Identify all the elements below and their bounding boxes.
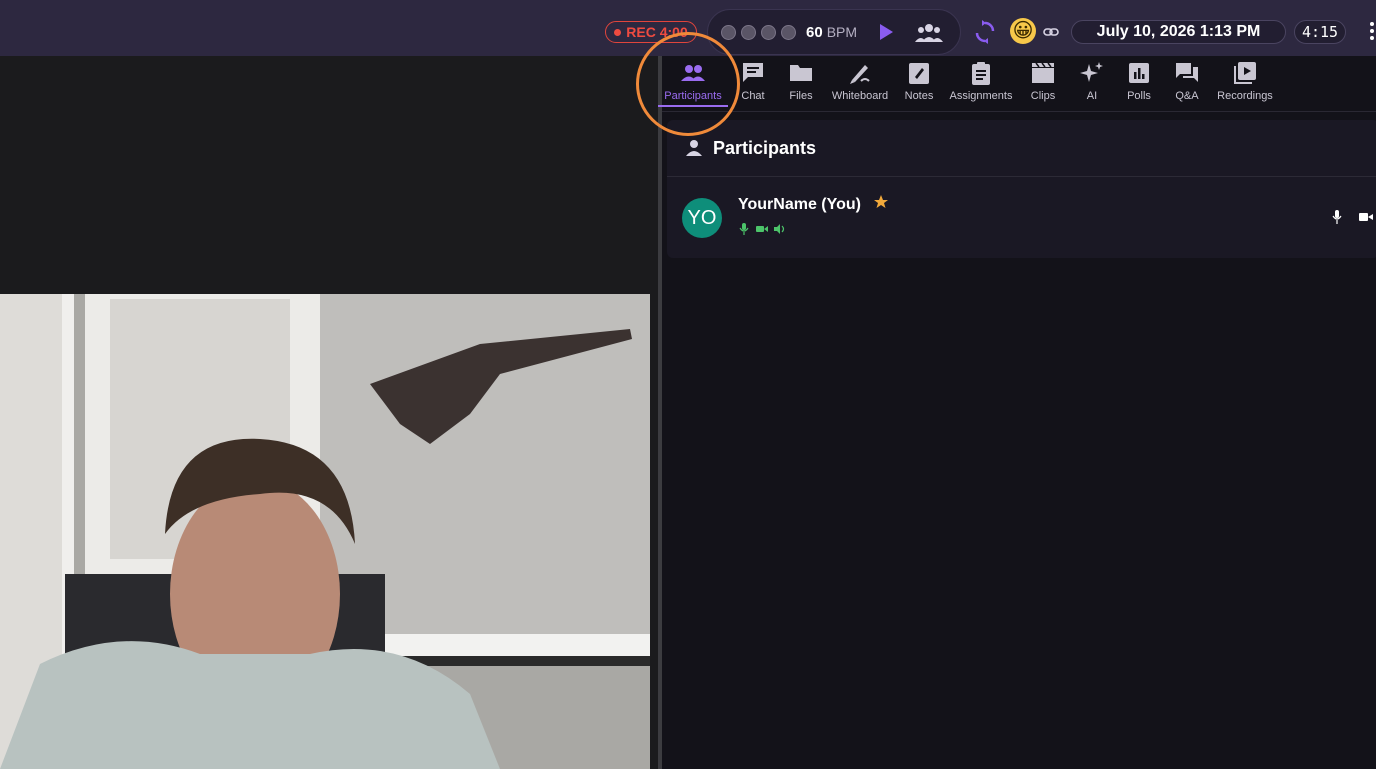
bpm-value[interactable]: 60 bbox=[806, 24, 823, 41]
qa-icon bbox=[1176, 63, 1198, 82]
tab-label: Assignments bbox=[949, 90, 1013, 102]
beat-indicator bbox=[741, 24, 756, 40]
beat-indicator bbox=[761, 24, 776, 40]
tab-label: Files bbox=[789, 90, 813, 102]
panel-tabs: Participants Chat Files Whiteboard Notes… bbox=[658, 56, 1376, 112]
side-panel: Participants Chat Files Whiteboard Notes… bbox=[658, 56, 1376, 769]
tab-label: Recordings bbox=[1217, 90, 1273, 102]
folder-icon bbox=[790, 65, 812, 81]
tab-whiteboard[interactable]: Whiteboard bbox=[829, 60, 891, 102]
participant-status bbox=[738, 223, 786, 235]
speaker-on-icon bbox=[774, 224, 785, 234]
camera-icon[interactable] bbox=[1359, 211, 1373, 223]
tab-label: Notes bbox=[904, 90, 934, 102]
emoji-icon[interactable]: 😀 bbox=[1010, 18, 1036, 44]
whiteboard-icon bbox=[850, 65, 870, 84]
kebab-menu-icon[interactable] bbox=[1368, 22, 1376, 42]
tab-files[interactable]: Files bbox=[784, 60, 818, 102]
panel-header: Participants bbox=[667, 120, 1376, 177]
tab-label: Participants bbox=[664, 90, 722, 102]
camera-on-icon bbox=[756, 226, 768, 232]
group-icon[interactable] bbox=[914, 22, 944, 44]
participants-icon bbox=[681, 65, 705, 81]
bpm-unit: BPM bbox=[826, 24, 858, 40]
tab-recordings[interactable]: Recordings bbox=[1215, 60, 1275, 102]
tab-assignments[interactable]: Assignments bbox=[946, 60, 1016, 102]
participants-panel: Participants YO YourName (You) bbox=[667, 120, 1376, 258]
mic-on-icon bbox=[739, 223, 749, 235]
tab-polls[interactable]: Polls bbox=[1126, 60, 1152, 102]
record-dot-icon bbox=[614, 28, 622, 36]
tab-label: Chat bbox=[741, 90, 765, 102]
active-tab-indicator bbox=[658, 105, 728, 107]
recording-time: REC 4:00 bbox=[626, 24, 688, 40]
top-bar: REC 4:00 60 BPM 😀 July 10, 2026 1:13 PM … bbox=[0, 0, 1376, 56]
participant-name: YourName (You) bbox=[738, 196, 861, 213]
tab-ai[interactable]: AI bbox=[1078, 60, 1106, 102]
tab-label: Clips bbox=[1030, 90, 1056, 102]
assignments-icon bbox=[972, 62, 990, 85]
tab-label: Q&A bbox=[1175, 90, 1199, 102]
beat-indicator bbox=[781, 24, 796, 40]
tab-label: Polls bbox=[1127, 90, 1151, 102]
chat-icon bbox=[743, 63, 763, 82]
link-icon[interactable] bbox=[1043, 25, 1059, 39]
mic-icon[interactable] bbox=[1331, 210, 1343, 224]
session-timer: 4:15 bbox=[1294, 20, 1346, 44]
participant-row[interactable]: YO YourName (You) bbox=[667, 180, 1376, 258]
datetime-display: July 10, 2026 1:13 PM bbox=[1071, 20, 1286, 44]
sync-icon[interactable] bbox=[974, 20, 996, 44]
polls-icon bbox=[1129, 63, 1149, 83]
webcam-frame-image bbox=[0, 294, 650, 769]
webcam-video[interactable] bbox=[0, 294, 650, 769]
person-icon bbox=[686, 140, 702, 156]
tab-notes[interactable]: Notes bbox=[901, 60, 937, 102]
recording-badge[interactable]: REC 4:00 bbox=[605, 21, 697, 43]
recordings-icon bbox=[1234, 62, 1256, 84]
tab-chat[interactable]: Chat bbox=[733, 60, 773, 102]
tab-qa[interactable]: Q&A bbox=[1174, 60, 1200, 102]
tab-label: AI bbox=[1086, 90, 1098, 102]
tab-participants[interactable]: Participants bbox=[658, 60, 728, 107]
metronome-control: 60 BPM bbox=[707, 9, 961, 55]
sparkle-icon bbox=[1080, 62, 1103, 82]
tab-clips[interactable]: Clips bbox=[1027, 60, 1059, 102]
play-icon[interactable] bbox=[878, 23, 894, 41]
panel-title: Participants bbox=[713, 137, 817, 158]
avatar: YO bbox=[682, 198, 722, 238]
tab-label: Whiteboard bbox=[831, 90, 889, 102]
host-star-icon bbox=[874, 195, 888, 208]
notes-icon bbox=[909, 63, 929, 84]
clips-icon bbox=[1032, 62, 1054, 83]
beat-indicator bbox=[721, 24, 736, 40]
